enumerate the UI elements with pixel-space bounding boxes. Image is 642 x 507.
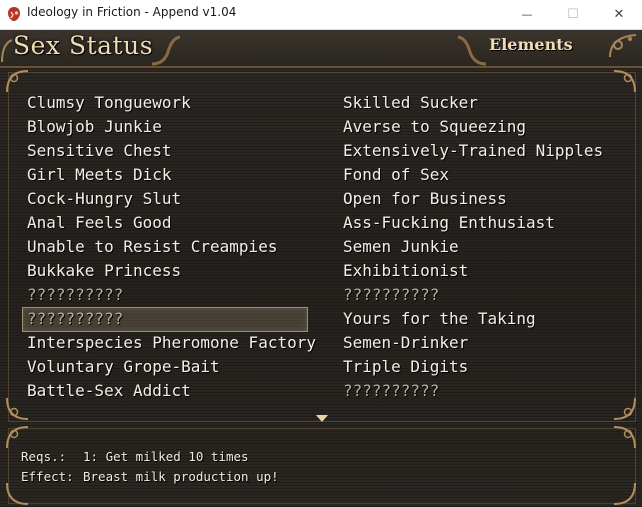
effect-label: Effect: — [21, 469, 74, 484]
help-window — [8, 428, 636, 504]
window-titlebar: Ideology in Friction - Append v1.04 — ☐ … — [0, 0, 642, 30]
maximize-button[interactable]: ☐ — [550, 0, 596, 29]
help-corner-bottom-left — [6, 482, 29, 505]
skill-item-locked[interactable]: ?????????? — [343, 283, 439, 307]
skill-item[interactable]: Blowjob Junkie — [27, 115, 162, 139]
page-title: Sex Status — [13, 31, 154, 60]
effect-value: Breast milk production up! — [83, 469, 279, 484]
game-screen: Sex Status Elements Clumsy Tonguework Bl… — [0, 30, 642, 507]
corner-ornament-top-right — [609, 34, 637, 58]
maximize-icon: ☐ — [567, 7, 579, 22]
help-corner-top-right — [613, 426, 636, 449]
skill-item[interactable]: Cock-Hungry Slut — [27, 187, 181, 211]
app-icon — [8, 7, 20, 21]
tab-elements[interactable]: Elements — [489, 35, 573, 54]
skill-item[interactable]: Extensively-Trained Nipples — [343, 139, 603, 163]
skill-item[interactable]: Semen Junkie — [343, 235, 459, 259]
skill-item-locked[interactable]: ?????????? — [27, 283, 123, 307]
skill-item[interactable]: Interspecies Pheromone Factory — [27, 331, 316, 355]
skill-item[interactable]: Triple Digits — [343, 355, 468, 379]
skill-item[interactable]: Battle-Sex Addict — [27, 379, 191, 403]
skill-item[interactable]: Skilled Sucker — [343, 91, 478, 115]
close-button[interactable]: ✕ — [596, 0, 642, 29]
skill-item[interactable]: Voluntary Grope-Bait — [27, 355, 220, 379]
header-ornament-left — [151, 35, 180, 66]
frame-corner-bottom-right — [613, 397, 636, 420]
requirements-value: 1: Get milked 10 times — [83, 449, 249, 464]
header-panel: Sex Status Elements — [0, 30, 642, 68]
requirements-line: Reqs.: 1: Get milked 10 times — [21, 449, 249, 464]
help-corner-bottom-right — [613, 482, 636, 505]
skill-item[interactable]: Ass-Fucking Enthusiast — [343, 211, 555, 235]
skill-item[interactable]: Exhibitionist — [343, 259, 468, 283]
skill-item[interactable]: Unable to Resist Creampies — [27, 235, 277, 259]
scroll-down-icon[interactable] — [316, 415, 328, 422]
skill-item[interactable]: Anal Feels Good — [27, 211, 172, 235]
window-title: Ideology in Friction - Append v1.04 — [27, 5, 237, 19]
minimize-icon: — — [521, 8, 533, 21]
skill-item[interactable]: Sensitive Chest — [27, 139, 172, 163]
help-corner-top-left — [6, 426, 29, 449]
skill-item-selected[interactable]: ?????????? — [27, 307, 123, 331]
skill-item[interactable]: Semen-Drinker — [343, 331, 468, 355]
frame-corner-top-right — [613, 70, 636, 93]
skill-item[interactable]: Open for Business — [343, 187, 507, 211]
requirements-label: Reqs.: — [21, 449, 67, 464]
skill-item[interactable]: Girl Meets Dick — [27, 163, 172, 187]
skill-item[interactable]: Fond of Sex — [343, 163, 449, 187]
header-ornament-right — [458, 35, 487, 66]
corner-ornament-top-left — [1, 39, 13, 63]
skill-item-locked[interactable]: ?????????? — [343, 379, 439, 403]
effect-line: Effect: Breast milk production up! — [21, 469, 279, 484]
skill-item[interactable]: Averse to Squeezing — [343, 115, 526, 139]
skill-item[interactable]: Yours for the Taking — [343, 307, 536, 331]
skill-item[interactable]: Clumsy Tonguework — [27, 91, 191, 115]
minimize-button[interactable]: — — [504, 0, 550, 29]
skill-item[interactable]: Bukkake Princess — [27, 259, 181, 283]
close-icon: ✕ — [613, 7, 625, 22]
